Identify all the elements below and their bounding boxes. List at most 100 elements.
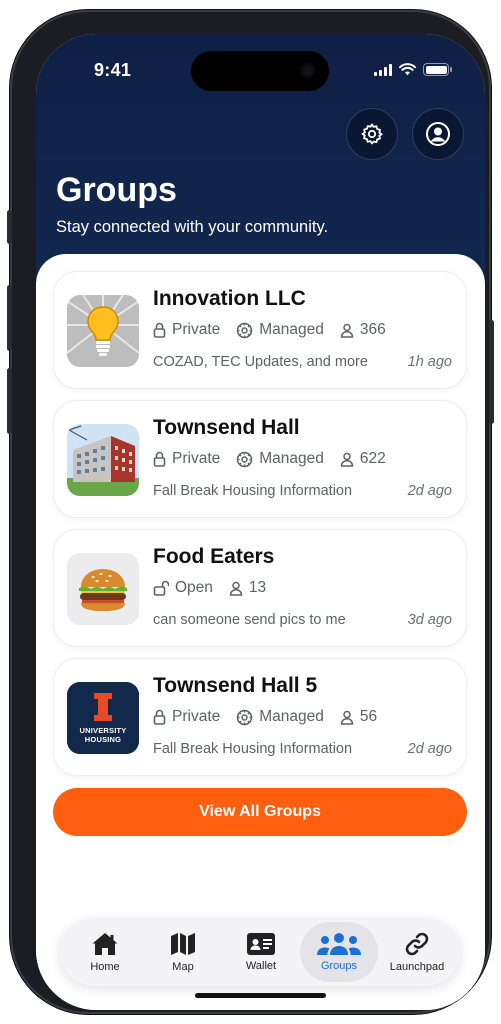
map-icon [171, 933, 195, 955]
group-meta: Private Managed 622 [153, 450, 386, 468]
house-icon [92, 933, 118, 955]
profile-button[interactable] [412, 108, 464, 160]
view-all-groups-button[interactable]: View All Groups [53, 788, 467, 836]
logo-caption: UNIVERSITY HOUSING [67, 726, 139, 744]
person-icon [340, 710, 354, 725]
power-button [489, 320, 494, 424]
groups-panel: Innovation LLC Private Managed 366 COZAD… [36, 254, 485, 1010]
tab-map[interactable]: Map [144, 922, 222, 982]
lock-icon [153, 451, 166, 467]
volume-down-button [7, 368, 12, 434]
tab-wallet[interactable]: Wallet [222, 922, 300, 982]
screen: 9:41 Groups Stay connected with your com… [36, 34, 485, 1010]
member-count: 13 [229, 579, 266, 597]
managed-badge: Managed [236, 450, 324, 468]
lock-icon [153, 709, 166, 725]
last-message-time: 1h ago [407, 354, 452, 370]
member-count: 366 [340, 321, 386, 339]
id-card-icon [247, 933, 275, 955]
privacy-badge: Private [153, 450, 220, 468]
managed-label: Managed [259, 450, 324, 467]
volume-up-button [7, 285, 12, 351]
person-icon [340, 323, 354, 338]
status-icons [374, 63, 452, 76]
group-thumbnail [67, 553, 139, 625]
last-message-preview: Fall Break Housing Information [153, 741, 353, 757]
group-name: Innovation LLC [153, 287, 306, 310]
last-message-time: 2d ago [407, 483, 452, 499]
group-thumbnail: UNIVERSITY HOUSING [67, 682, 139, 754]
member-count-value: 56 [359, 708, 378, 725]
logo-line2: HOUSING [84, 735, 122, 744]
group-card[interactable]: Townsend Hall Private Managed 622 Fall B… [53, 400, 467, 518]
people-icon [317, 933, 361, 955]
group-meta: Open 13 [153, 579, 266, 597]
home-indicator [195, 993, 326, 998]
last-message-time: 2d ago [407, 741, 452, 757]
building-photo [67, 424, 139, 496]
privacy-label: Open [175, 579, 213, 596]
tab-groups[interactable]: Groups [300, 922, 378, 982]
tab-bar: Home Map Wallet Groups Launchpad [60, 918, 460, 986]
last-message-preview: can someone send pics to me [153, 612, 346, 628]
page-title: Groups [56, 171, 177, 209]
group-name: Townsend Hall [153, 416, 300, 439]
group-name: Townsend Hall 5 [153, 674, 318, 697]
group-meta: Private Managed 366 [153, 321, 386, 339]
link-icon [405, 932, 429, 956]
signal-icon [374, 63, 392, 76]
lightbulb-icon [67, 295, 139, 367]
person-circle-icon [426, 122, 450, 146]
member-count-value: 13 [248, 579, 267, 596]
managed-label: Managed [259, 708, 324, 725]
person-icon [229, 581, 243, 596]
last-message-time: 3d ago [407, 612, 452, 628]
unlock-icon [153, 580, 169, 596]
last-message-preview: COZAD, TEC Updates, and more [153, 354, 368, 370]
group-thumbnail [67, 424, 139, 496]
privacy-badge: Private [153, 708, 220, 726]
managed-gear-icon [237, 709, 253, 725]
group-card[interactable]: Food Eaters Open 13 can someone send pic… [53, 529, 467, 647]
status-time: 9:41 [94, 60, 132, 80]
dynamic-island [191, 51, 329, 91]
group-meta: Private Managed 56 [153, 708, 377, 726]
settings-button[interactable] [346, 108, 398, 160]
tab-wallet-label: Wallet [245, 960, 277, 972]
action-button [7, 210, 12, 244]
camera-icon [300, 63, 315, 78]
group-card[interactable]: UNIVERSITY HOUSING Townsend Hall 5 Priva… [53, 658, 467, 776]
phone-frame: 9:41 Groups Stay connected with your com… [7, 10, 494, 1014]
group-name: Food Eaters [153, 545, 275, 568]
privacy-label: Private [172, 450, 221, 467]
wifi-icon [399, 63, 416, 76]
member-count: 56 [340, 708, 377, 726]
tab-home-label: Home [90, 961, 120, 973]
tab-groups-label: Groups [320, 960, 358, 972]
lock-icon [153, 322, 166, 338]
managed-label: Managed [259, 321, 324, 338]
page-subtitle: Stay connected with your community. [56, 218, 329, 236]
managed-badge: Managed [236, 708, 324, 726]
member-count-value: 622 [359, 450, 386, 467]
tab-launchpad[interactable]: Launchpad [378, 922, 456, 982]
managed-gear-icon [237, 451, 253, 467]
group-card[interactable]: Innovation LLC Private Managed 366 COZAD… [53, 271, 467, 389]
member-count: 622 [340, 450, 386, 468]
privacy-badge: Open [153, 579, 213, 597]
person-icon [340, 452, 354, 467]
gear-icon [361, 123, 383, 145]
managed-gear-icon [237, 322, 253, 338]
privacy-badge: Private [153, 321, 220, 339]
battery-icon [423, 63, 452, 76]
tab-home[interactable]: Home [66, 922, 144, 982]
group-thumbnail [67, 295, 139, 367]
logo-line1: UNIVERSITY [79, 726, 127, 735]
privacy-label: Private [172, 708, 221, 725]
last-message-preview: Fall Break Housing Information [153, 483, 353, 499]
privacy-label: Private [172, 321, 221, 338]
managed-badge: Managed [236, 321, 324, 339]
member-count-value: 366 [359, 321, 386, 338]
tab-launchpad-label: Launchpad [389, 961, 445, 973]
burger-icon [79, 569, 127, 611]
